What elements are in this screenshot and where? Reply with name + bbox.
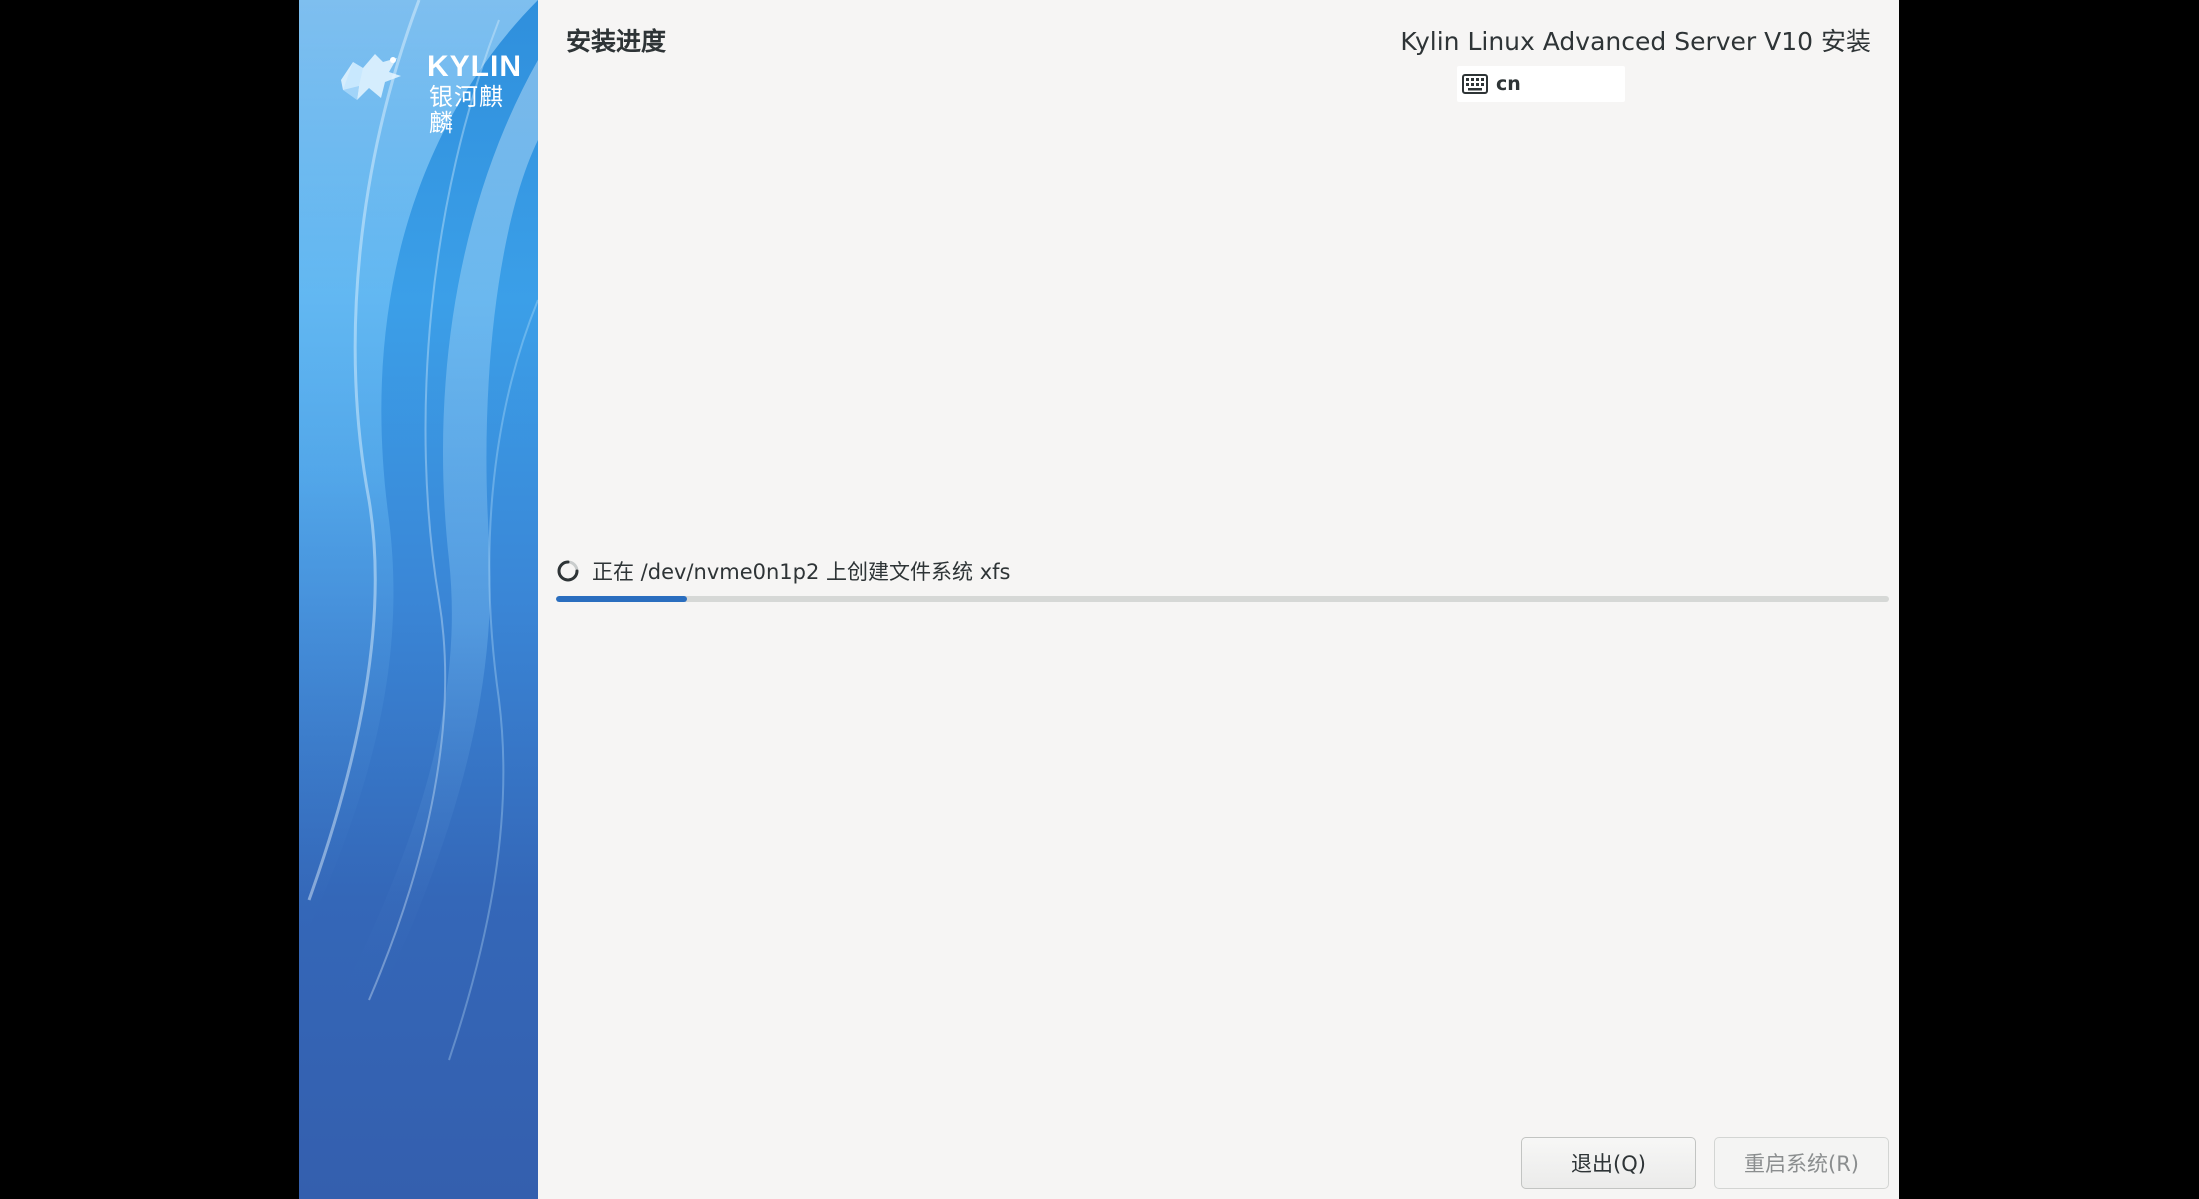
sidebar-swirl-decoration: [299, 0, 538, 1061]
logo-chinese-text: 银河麒麟: [429, 83, 504, 137]
kylin-logo-icon: [341, 54, 401, 100]
install-status: 正在 /dev/nvme0n1p2 上创建文件系统 xfs: [556, 556, 1010, 586]
progress-bar: [556, 596, 1889, 602]
main-panel: 安装进度 Kylin Linux Advanced Server V10 安装 …: [538, 0, 1899, 1199]
quit-button[interactable]: 退出(Q): [1521, 1137, 1696, 1189]
screen: KYLIN 银河麒麟 安装进度 Kylin Linux Advanced Ser…: [0, 0, 2199, 1199]
keyboard-icon: [1462, 74, 1488, 94]
spinner-icon: [557, 560, 579, 582]
logo-text: KYLIN: [427, 50, 522, 83]
keyboard-layout-label: cn: [1496, 73, 1521, 95]
status-text: 正在 /dev/nvme0n1p2 上创建文件系统 xfs: [592, 560, 1011, 584]
progress-bar-fill: [556, 596, 687, 602]
page-title: 安装进度: [566, 27, 667, 56]
sidebar: KYLIN 银河麒麟: [299, 0, 538, 1199]
product-title: Kylin Linux Advanced Server V10 安装: [1400, 27, 1871, 56]
kylin-logo: KYLIN 银河麒麟: [323, 32, 523, 136]
keyboard-layout-indicator[interactable]: cn: [1457, 66, 1625, 102]
reboot-button[interactable]: 重启系统(R): [1714, 1137, 1889, 1189]
